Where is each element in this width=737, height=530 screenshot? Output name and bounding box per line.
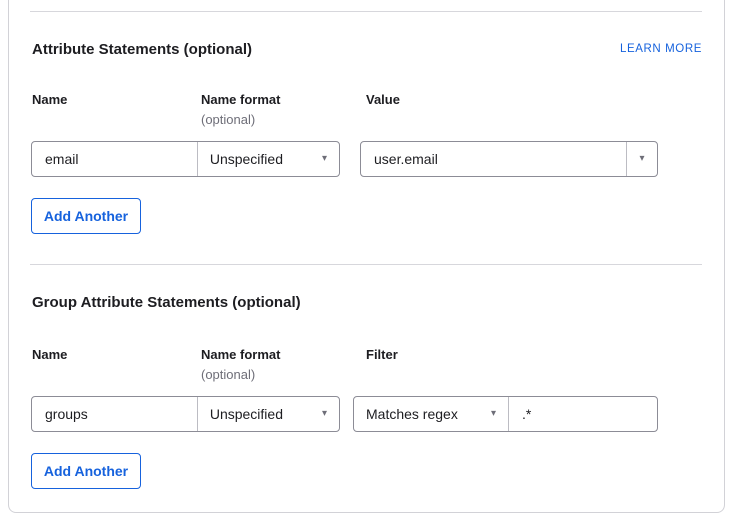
attribute-value-combobox: ▾ [360, 141, 658, 177]
section-divider-top [30, 11, 702, 12]
group-attribute-filter-type-value: Matches regex [366, 406, 458, 422]
attribute-name-input[interactable] [32, 142, 197, 176]
attribute-name-format-select[interactable]: Unspecified ▾ [197, 142, 339, 176]
chevron-down-icon: ▾ [322, 409, 327, 419]
column-label-filter: Filter [366, 347, 398, 362]
column-label-name: Name [32, 347, 67, 362]
chevron-down-icon: ▾ [491, 409, 496, 419]
attribute-name-format-value: Unspecified [210, 151, 283, 167]
group-attribute-filter-type-select[interactable]: Matches regex ▾ [354, 397, 508, 431]
group-attribute-filter-compound: Matches regex ▾ [353, 396, 658, 432]
attribute-row: Unspecified ▾ [31, 141, 340, 177]
column-label-value: Value [366, 92, 400, 107]
column-note-optional: (optional) [201, 367, 255, 382]
attribute-statements-title: Attribute Statements (optional) [32, 41, 252, 58]
group-attribute-row: Unspecified ▾ [31, 396, 340, 432]
group-attribute-name-format-select[interactable]: Unspecified ▾ [197, 397, 339, 431]
section-divider-middle [30, 264, 702, 265]
group-attribute-name-format-value: Unspecified [210, 406, 283, 422]
column-label-name-format: Name format [201, 347, 280, 362]
group-attribute-statements-title: Group Attribute Statements (optional) [32, 294, 301, 311]
group-attribute-filter-value-input[interactable] [509, 397, 657, 431]
column-label-name-format: Name format [201, 92, 280, 107]
column-label-name: Name [32, 92, 67, 107]
attribute-value-dropdown-button[interactable]: ▾ [626, 142, 657, 176]
chevron-down-icon: ▾ [640, 154, 645, 164]
group-attribute-name-input[interactable] [32, 397, 197, 431]
settings-card [8, 0, 725, 513]
attribute-value-input[interactable] [361, 142, 626, 176]
learn-more-link[interactable]: LEARN MORE [620, 43, 702, 55]
add-another-attribute-button[interactable]: Add Another [31, 198, 141, 234]
add-another-group-attribute-button[interactable]: Add Another [31, 453, 141, 489]
chevron-down-icon: ▾ [322, 154, 327, 164]
column-note-optional: (optional) [201, 112, 255, 127]
